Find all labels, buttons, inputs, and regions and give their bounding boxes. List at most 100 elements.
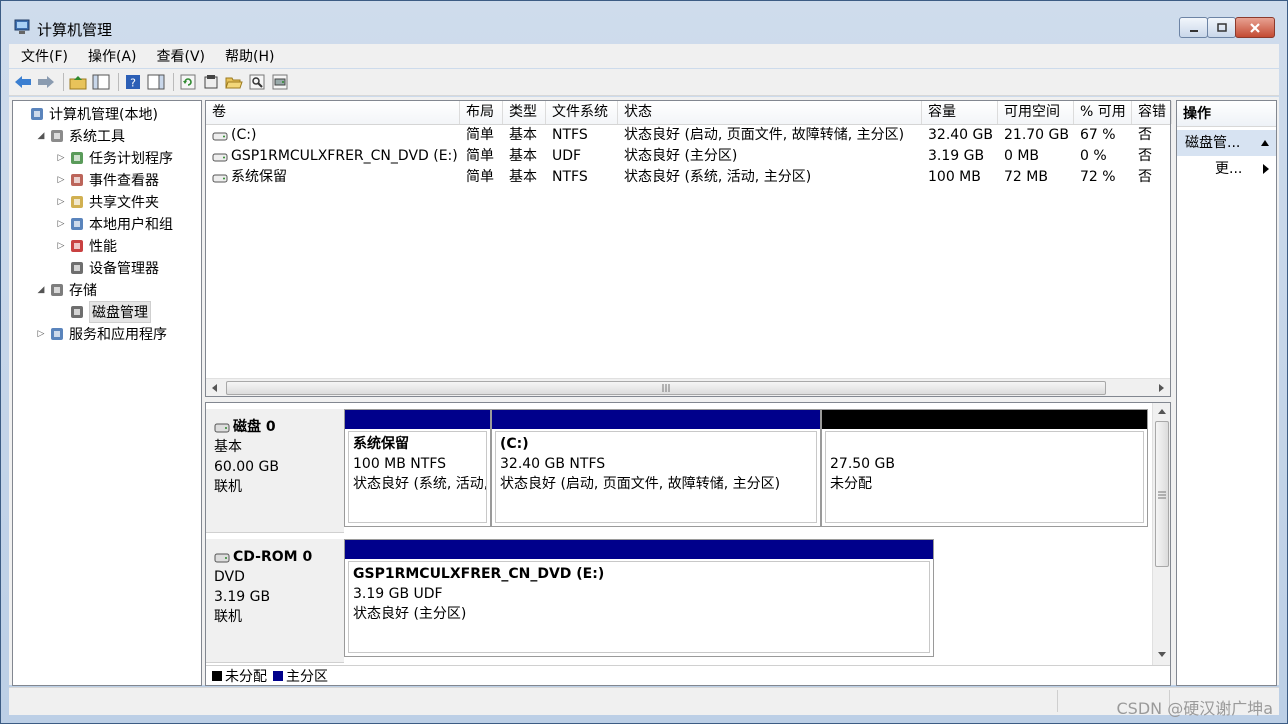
volume-cell: 0 MB — [1004, 148, 1040, 164]
forward-button[interactable] — [36, 72, 56, 92]
scroll-up-icon[interactable] — [1157, 407, 1167, 415]
partition[interactable]: 系统保留 100 MB NTFS 状态良好 (系统, 活动, 主分区) — [344, 409, 491, 527]
tree-performance[interactable]: ▷ 性能 — [55, 235, 117, 257]
users-icon — [71, 218, 83, 230]
services-icon — [51, 328, 63, 340]
tree-item-label: 事件查看器 — [89, 173, 159, 189]
expand-arrow-icon[interactable]: ▷ — [55, 241, 67, 251]
scroll-right-icon[interactable] — [1158, 383, 1166, 393]
column-header[interactable]: % 可用 — [1074, 101, 1132, 124]
volume-name: (C:) — [231, 127, 257, 143]
tree-services[interactable]: ▷ 服务和应用程序 — [35, 323, 167, 345]
column-header[interactable]: 容量 — [922, 101, 998, 124]
column-header[interactable]: 状态 — [618, 101, 922, 124]
drive-icon — [212, 153, 228, 161]
actions-title: 操作 — [1177, 101, 1276, 127]
settings-button[interactable] — [270, 72, 290, 92]
tree-system-tools[interactable]: ◢ 系统工具 — [35, 125, 125, 147]
close-icon — [1250, 22, 1260, 33]
expand-arrow-icon[interactable]: ▷ — [55, 197, 67, 207]
volume-row[interactable]: 系统保留 简单 基本 NTFS 状态良好 (系统, 活动, 主分区) 100 MB 72 M… — [206, 167, 1170, 188]
column-header[interactable]: 卷 — [206, 101, 460, 124]
expand-arrow-icon[interactable]: ▷ — [35, 329, 47, 339]
more-actions[interactable]: 更... — [1177, 156, 1276, 182]
expand-arrow-icon[interactable]: ▷ — [55, 153, 67, 163]
close-button[interactable] — [1235, 17, 1275, 38]
up-level-button[interactable] — [68, 72, 88, 92]
column-header[interactable]: 布局 — [460, 101, 503, 124]
expand-arrow-icon[interactable]: ▷ — [55, 175, 67, 185]
column-header[interactable]: 可用空间 — [998, 101, 1074, 124]
horizontal-scrollbar[interactable] — [206, 378, 1170, 396]
scroll-down-icon[interactable] — [1157, 651, 1167, 659]
drive-icon — [212, 132, 228, 140]
collapse-arrow-icon[interactable]: ◢ — [35, 285, 47, 295]
collapse-arrow-icon[interactable]: ◢ — [35, 131, 47, 141]
menu-file[interactable]: 文件(F) — [13, 46, 76, 66]
menu-view[interactable]: 查看(V) — [149, 46, 214, 66]
drive-icon — [212, 174, 228, 182]
volume-row[interactable]: GSP1RMCULXFRER_CN_DVD (E:) 简单 基本 UDF 状态良好 (主… — [206, 146, 1170, 167]
maximize-button[interactable] — [1207, 17, 1236, 38]
disk-label-0[interactable]: 磁盘 0 基本 60.00 GB 联机 — [206, 409, 344, 533]
help-button[interactable]: ? — [123, 72, 143, 92]
toolbar-separator — [63, 73, 64, 91]
expand-arrow-icon[interactable]: ▷ — [55, 219, 67, 229]
partition[interactable]: GSP1RMCULXFRER_CN_DVD (E:) 3.19 GB UDF 状态良… — [344, 539, 934, 657]
column-header[interactable]: 文件系统 — [546, 101, 618, 124]
menu-help[interactable]: 帮助(H) — [217, 46, 282, 66]
back-button[interactable] — [13, 72, 33, 92]
scroll-left-icon[interactable] — [210, 383, 218, 393]
actions-section-disk-management[interactable]: 磁盘管... — [1177, 130, 1276, 156]
tree-storage[interactable]: ◢ 存储 — [35, 279, 97, 301]
refresh-button[interactable] — [178, 72, 198, 92]
volume-cell: 否 — [1138, 127, 1152, 143]
disk-name: CD-ROM 0 — [233, 549, 313, 565]
scrollbar-thumb[interactable] — [1155, 421, 1169, 567]
computer-management-icon — [14, 19, 30, 34]
disk-status: 联机 — [214, 609, 242, 625]
partition-title — [830, 434, 1143, 454]
title-bar[interactable]: 计算机管理 — [1, 1, 1287, 43]
volume-cell: 72 MB — [1004, 169, 1048, 185]
column-header[interactable]: 容错 — [1132, 101, 1172, 124]
volume-cell: 简单 — [466, 169, 494, 185]
partition[interactable]: 27.50 GB 未分配 — [821, 409, 1148, 527]
search-button[interactable] — [247, 72, 267, 92]
folder-up-icon — [69, 76, 87, 90]
properties-button[interactable] — [201, 72, 221, 92]
menu-action[interactable]: 操作(A) — [80, 46, 145, 66]
tree-shared-folders[interactable]: ▷ 共享文件夹 — [55, 191, 159, 213]
window-title: 计算机管理 — [37, 21, 113, 39]
computer-icon — [31, 108, 43, 120]
tree-task-scheduler[interactable]: ▷ 任务计划程序 — [55, 147, 173, 169]
partition-title: (C:) — [500, 436, 529, 452]
tree-disk-management[interactable]: 磁盘管理 — [55, 301, 151, 323]
volume-cell: 32.40 GB — [928, 127, 993, 143]
event-icon — [71, 174, 83, 186]
show-hide-tree-button[interactable] — [91, 72, 111, 92]
toolbar: ? — [9, 69, 1279, 96]
tree-event-viewer[interactable]: ▷ 事件查看器 — [55, 169, 159, 191]
disk-label-1[interactable]: CD-ROM 0 DVD 3.19 GB 联机 — [206, 539, 344, 663]
partition[interactable]: (C:) 32.40 GB NTFS 状态良好 (启动, 页面文件, 故障转储, 主… — [491, 409, 821, 527]
legend: 未分配 主分区 — [206, 665, 1170, 685]
tree-root[interactable]: 计算机管理(本地) — [15, 103, 158, 125]
scrollbar-thumb[interactable] — [226, 381, 1106, 395]
device-icon — [71, 262, 83, 274]
column-header[interactable]: 类型 — [503, 101, 546, 124]
show-hide-action-pane-button[interactable] — [146, 72, 166, 92]
minimize-button[interactable] — [1179, 17, 1208, 38]
volume-row[interactable]: (C:) 简单 基本 NTFS 状态良好 (启动, 页面文件, 故障转储, 主分区) 32… — [206, 125, 1170, 146]
open-button[interactable] — [224, 72, 244, 92]
clock-icon — [71, 152, 83, 164]
forward-arrow-icon — [38, 76, 54, 88]
tree-item-label: 磁盘管理 — [89, 301, 151, 323]
cd-rom-icon — [214, 553, 230, 563]
partition-size: 100 MB NTFS — [353, 456, 447, 472]
tree-device-manager[interactable]: 设备管理器 — [55, 257, 159, 279]
vertical-scrollbar[interactable] — [1152, 403, 1170, 665]
actions-section-label: 磁盘管... — [1185, 135, 1241, 151]
tree-item-label: 本地用户和组 — [89, 217, 173, 233]
tree-local-users[interactable]: ▷ 本地用户和组 — [55, 213, 173, 235]
